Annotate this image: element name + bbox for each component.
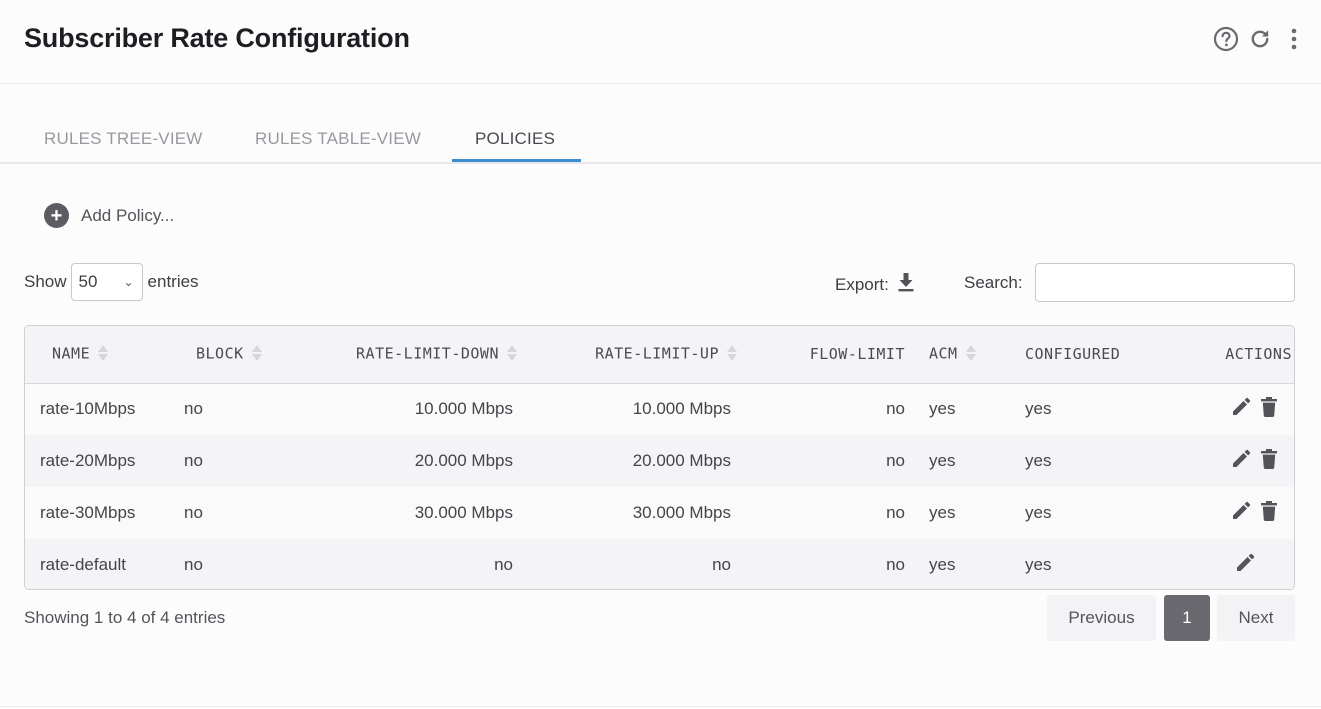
cell-flow-limit: no <box>886 503 905 522</box>
cell-rate-limit-up: 10.000 Mbps <box>632 399 731 419</box>
cell-configured: yes <box>1025 451 1052 470</box>
column-header-block[interactable]: BLOCK <box>169 326 291 383</box>
length-control: Show 50 ⌄ entries <box>24 263 199 301</box>
chevron-down-icon: ⌄ <box>123 275 134 289</box>
cell-acm: yes <box>929 451 956 470</box>
plus-icon: + <box>44 203 69 228</box>
tab-rules-tree-view[interactable]: RULES TREE-VIEW <box>44 129 203 149</box>
entries-select-value: 50 <box>78 272 98 291</box>
table-row: rate-10Mbps no 10.000 Mbps 10.000 Mbps no yes… <box>25 383 1294 435</box>
active-tab-indicator <box>452 159 581 162</box>
column-header-actions: ACTIONS <box>1225 345 1292 364</box>
cell-block: no <box>184 399 203 419</box>
cell-configured: yes <box>1025 555 1052 574</box>
cell-acm: yes <box>929 399 956 419</box>
cell-rate-limit-up: 20.000 Mbps <box>632 451 731 470</box>
export-label: Export: <box>835 274 889 294</box>
cell-block: no <box>184 451 203 470</box>
cell-actions <box>1158 487 1294 539</box>
cell-acm: yes <box>929 503 956 522</box>
cell-rate-limit-up: 30.000 Mbps <box>632 503 731 522</box>
table-body: rate-10Mbps no 10.000 Mbps 10.000 Mbps no yes… <box>25 383 1294 589</box>
cell-rate-limit-down: 10.000 Mbps <box>414 399 513 419</box>
search-input[interactable] <box>1035 263 1295 302</box>
tab-policies[interactable]: POLICIES <box>475 129 555 149</box>
pagination: Previous 1 Next <box>1047 595 1295 641</box>
search-label: Search: <box>964 273 1023 292</box>
edit-icon[interactable] <box>1230 500 1252 527</box>
tab-rules-table-view[interactable]: RULES TABLE-VIEW <box>255 129 421 149</box>
edit-icon[interactable] <box>1230 396 1252 423</box>
edit-icon[interactable] <box>1234 552 1256 579</box>
cell-flow-limit: no <box>886 451 905 470</box>
cell-rate-limit-down: no <box>494 555 513 574</box>
cell-flow-limit: no <box>886 399 905 419</box>
sort-icon <box>965 343 976 363</box>
cell-block: no <box>184 555 203 574</box>
sort-icon <box>98 343 109 363</box>
cell-rate-limit-down: 30.000 Mbps <box>414 503 513 522</box>
cell-name: rate-20Mbps <box>40 451 136 470</box>
page-1-button[interactable]: 1 <box>1164 595 1210 641</box>
cell-name: rate-10Mbps <box>40 399 136 419</box>
entries-select[interactable]: 50 ⌄ <box>70 263 143 301</box>
table-header-row: NAME BLOCK RATE-LIMIT-DOWN RATE-LIMIT-UP… <box>25 326 1294 383</box>
cell-rate-limit-down: 20.000 Mbps <box>414 451 513 470</box>
more-vertical-icon[interactable] <box>1281 26 1307 52</box>
add-policy-label: Add Policy... <box>81 205 175 225</box>
page-header: Subscriber Rate Configuration <box>0 0 1321 84</box>
column-header-rate-limit-up[interactable]: RATE-LIMIT-UP <box>519 326 737 383</box>
next-page-button[interactable]: Next <box>1217 595 1295 641</box>
cell-configured: yes <box>1025 503 1052 522</box>
delete-icon[interactable] <box>1260 500 1278 527</box>
cell-flow-limit: no <box>886 555 905 574</box>
sort-icon <box>727 343 737 363</box>
cell-block: no <box>184 503 203 522</box>
delete-icon[interactable] <box>1260 396 1278 423</box>
cell-actions <box>1158 383 1294 435</box>
download-icon <box>897 272 915 297</box>
refresh-icon[interactable] <box>1247 26 1273 52</box>
column-header-configured: CONFIGURED <box>1025 345 1121 364</box>
cell-rate-limit-up: no <box>712 555 731 574</box>
column-header-acm[interactable]: ACM <box>917 326 1013 383</box>
edit-icon[interactable] <box>1230 448 1252 475</box>
divider <box>0 706 1321 707</box>
table-row: rate-20Mbps no 20.000 Mbps 20.000 Mbps no yes… <box>25 435 1294 487</box>
tab-bar: RULES TREE-VIEW RULES TABLE-VIEW POLICIE… <box>0 118 1321 164</box>
column-header-flow-limit: FLOW-LIMIT <box>809 345 905 364</box>
column-header-rate-limit-down[interactable]: RATE-LIMIT-DOWN <box>291 326 519 383</box>
table-info: Showing 1 to 4 of 4 entries <box>24 608 226 627</box>
header-actions <box>1213 26 1307 52</box>
cell-name: rate-30Mbps <box>40 503 136 522</box>
table-row: rate-default no no no no yes yes <box>25 539 1294 589</box>
cell-acm: yes <box>929 555 956 574</box>
table-row: rate-30Mbps no 30.000 Mbps 30.000 Mbps no yes… <box>25 487 1294 539</box>
column-header-name[interactable]: NAME <box>25 326 169 383</box>
cell-actions <box>1158 539 1294 589</box>
cell-actions <box>1158 435 1294 487</box>
help-icon[interactable] <box>1213 26 1239 52</box>
policies-table: NAME BLOCK RATE-LIMIT-DOWN RATE-LIMIT-UP… <box>24 325 1295 590</box>
previous-page-button[interactable]: Previous <box>1047 595 1156 641</box>
entries-label: entries <box>147 272 199 291</box>
delete-icon[interactable] <box>1260 448 1278 475</box>
export-button[interactable]: Export: <box>835 272 915 297</box>
show-label: Show <box>24 272 67 291</box>
page-title: Subscriber Rate Configuration <box>24 23 410 53</box>
sort-icon <box>507 343 517 363</box>
cell-configured: yes <box>1025 399 1052 419</box>
cell-name: rate-default <box>40 555 126 574</box>
sort-icon <box>251 343 262 363</box>
add-policy-button[interactable]: + Add Policy... <box>44 203 174 228</box>
